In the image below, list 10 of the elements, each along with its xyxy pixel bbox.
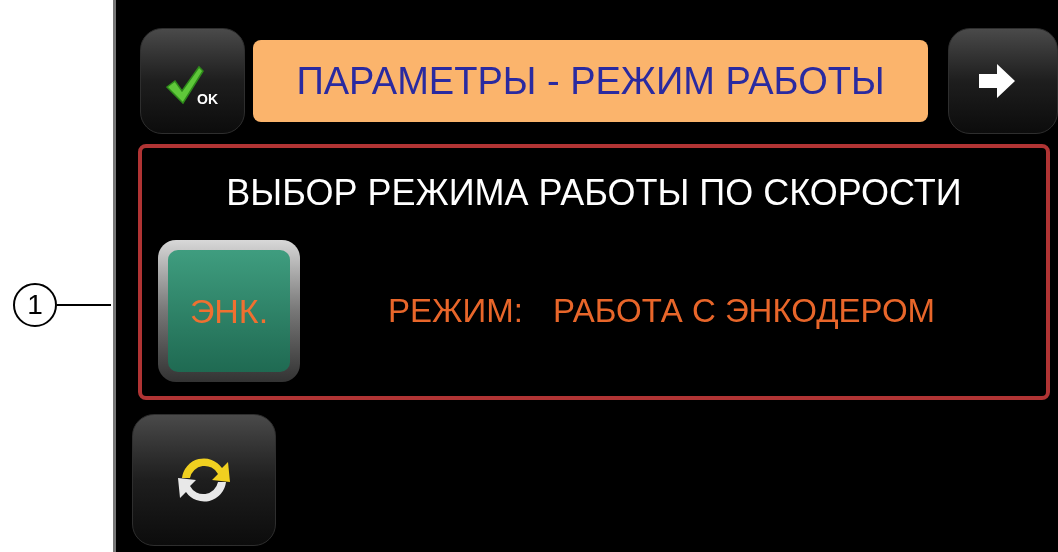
refresh-button[interactable] xyxy=(132,414,276,546)
right-arrow-icon xyxy=(977,61,1017,101)
ok-button[interactable]: OK xyxy=(140,28,245,134)
leader-line xyxy=(57,304,111,306)
mode-label: РЕЖИМ: xyxy=(388,291,523,332)
next-button[interactable] xyxy=(948,28,1058,134)
callout-number: 1 xyxy=(13,283,57,327)
panel-heading: ВЫБОР РЕЖИМА РАБОТЫ ПО СКОРОСТИ xyxy=(225,171,963,215)
mode-value: РАБОТА С ЭНКОДЕРОМ xyxy=(552,291,936,332)
screen-title: ПАРАМЕТРЫ - РЕЖИМ РАБОТЫ xyxy=(252,40,928,122)
